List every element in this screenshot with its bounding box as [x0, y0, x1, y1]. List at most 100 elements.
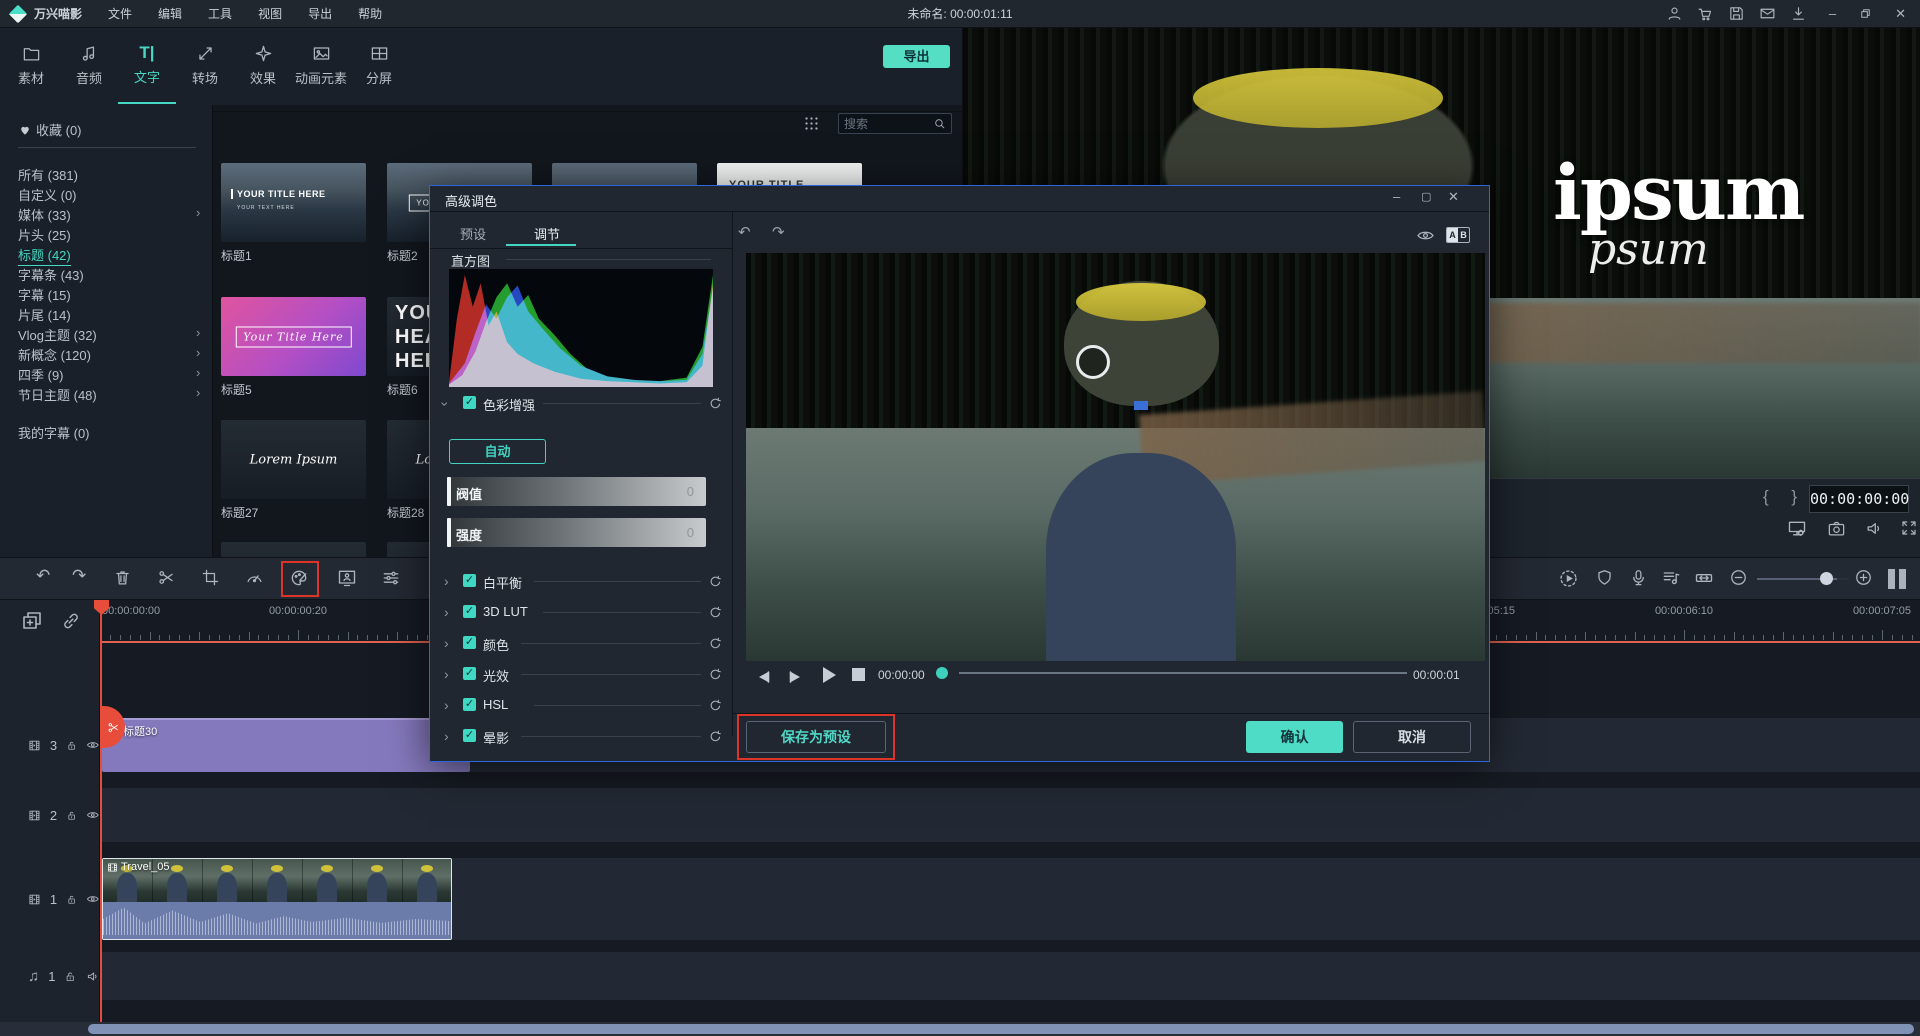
- slider-handle[interactable]: [447, 518, 451, 547]
- cancel-button[interactable]: 取消: [1353, 721, 1471, 753]
- dialog-seek-handle[interactable]: [936, 667, 948, 679]
- lock-icon[interactable]: [66, 808, 77, 823]
- dialog-minimize-button[interactable]: –: [1393, 189, 1400, 204]
- chevron-right-icon[interactable]: ›: [444, 605, 449, 619]
- chevron-right-icon[interactable]: ›: [196, 345, 200, 360]
- reset-icon[interactable]: [708, 729, 723, 744]
- group-checkbox[interactable]: ✓: [463, 667, 476, 680]
- tab-动画元素[interactable]: 动画元素: [292, 28, 350, 104]
- track-header-video3[interactable]: 3: [0, 718, 100, 772]
- export-button[interactable]: 导出: [883, 45, 950, 68]
- template-thumbnail[interactable]: YOUR TITLE HEREYOUR TEXT HERE: [221, 163, 366, 242]
- chevron-right-icon[interactable]: ›: [196, 205, 200, 220]
- dialog-seek-track[interactable]: [959, 672, 1407, 674]
- dialog-undo-icon[interactable]: ↶: [738, 222, 751, 244]
- save-preset-button[interactable]: 保存为预设: [746, 721, 886, 753]
- sidebar-item-片尾 (14)[interactable]: 片尾 (14): [18, 305, 71, 324]
- undo-icon[interactable]: ↶: [36, 565, 50, 587]
- group-checkbox[interactable]: ✓: [463, 698, 476, 711]
- chevron-right-icon[interactable]: ›: [196, 365, 200, 380]
- group-checkbox[interactable]: ✓: [463, 574, 476, 587]
- menu-item-帮助[interactable]: 帮助: [358, 5, 382, 22]
- confirm-button[interactable]: 确认: [1246, 721, 1343, 753]
- tab-presets[interactable]: 预设: [460, 224, 486, 243]
- panel-bars-icon-2[interactable]: [1899, 569, 1906, 589]
- dialog-video-preview[interactable]: [746, 253, 1485, 661]
- group-光效[interactable]: ›✓光效: [430, 665, 732, 685]
- motion-track-icon[interactable]: [337, 568, 357, 588]
- video-clip[interactable]: Travel_05: [102, 858, 452, 940]
- group-checkbox[interactable]: ✓: [463, 605, 476, 618]
- playhead-line[interactable]: [100, 600, 102, 1022]
- auto-button[interactable]: 自动: [449, 439, 546, 464]
- group-HSL[interactable]: ›✓HSL: [430, 696, 732, 716]
- lock-icon[interactable]: [64, 969, 76, 984]
- track-header-audio1[interactable]: ♫1: [0, 952, 100, 1000]
- chevron-right-icon[interactable]: ›: [444, 698, 449, 712]
- tab-adjust[interactable]: 调节: [534, 224, 560, 243]
- group-白平衡[interactable]: ›✓白平衡: [430, 572, 732, 592]
- track-header-video2[interactable]: 2: [0, 788, 100, 842]
- tab-素材[interactable]: 素材: [2, 28, 60, 104]
- group-晕影[interactable]: ›✓晕影: [430, 727, 732, 747]
- dialog-redo-icon[interactable]: ↷: [772, 222, 785, 244]
- zoom-out-icon[interactable]: [1729, 568, 1748, 587]
- timeline-scrollbar-handle[interactable]: [88, 1024, 1914, 1034]
- sidebar-item-片头 (25)[interactable]: 片头 (25): [18, 225, 71, 244]
- window-minimize-button[interactable]: –: [1829, 6, 1836, 21]
- sidebar-item-四季 (9)[interactable]: 四季 (9): [18, 365, 64, 384]
- template-thumbnail[interactable]: [221, 542, 366, 557]
- prev-frame-button[interactable]: [755, 669, 771, 685]
- lock-icon[interactable]: [66, 892, 77, 907]
- sidebar-item-媒体 (33)[interactable]: 媒体 (33): [18, 205, 71, 224]
- eye-icon[interactable]: [86, 736, 100, 754]
- group-3D LUT[interactable]: ›✓3D LUT: [430, 603, 732, 623]
- tab-分屏[interactable]: 分屏: [350, 28, 408, 104]
- display-settings-icon[interactable]: [1787, 519, 1807, 539]
- split-scissors-icon[interactable]: [157, 568, 176, 587]
- sidebar-item-my-subtitles[interactable]: 我的字幕 (0): [18, 423, 90, 442]
- next-frame-button[interactable]: [788, 669, 804, 685]
- strength-slider[interactable]: 强度 0: [447, 518, 706, 547]
- window-restore-button[interactable]: [1858, 6, 1873, 21]
- group-颜色[interactable]: ›✓颜色: [430, 634, 732, 654]
- ab-compare-icon[interactable]: A B: [1446, 227, 1470, 243]
- group-checkbox[interactable]: ✓: [463, 729, 476, 742]
- reset-icon[interactable]: [708, 396, 723, 411]
- dialog-close-button[interactable]: ✕: [1448, 189, 1459, 205]
- sidebar-item-字幕 (15)[interactable]: 字幕 (15): [18, 285, 71, 304]
- template-thumbnail[interactable]: Lorem Ipsum: [221, 420, 366, 499]
- eye-icon[interactable]: [86, 806, 100, 824]
- sidebar-item-标题 (42)[interactable]: 标题 (42): [18, 245, 71, 266]
- crop-icon[interactable]: [201, 568, 220, 587]
- reset-icon[interactable]: [708, 574, 723, 589]
- speed-icon[interactable]: [245, 568, 264, 587]
- sidebar-item-字幕条 (43)[interactable]: 字幕条 (43): [18, 265, 84, 284]
- lock-icon[interactable]: [66, 738, 77, 753]
- render-preview-icon[interactable]: [1558, 568, 1579, 589]
- compare-eye-icon[interactable]: [1416, 226, 1435, 245]
- sidebar-item-自定义 (0)[interactable]: 自定义 (0): [18, 185, 77, 204]
- menu-item-工具[interactable]: 工具: [208, 5, 232, 22]
- zoom-slider-handle[interactable]: [1820, 572, 1833, 585]
- reset-icon[interactable]: [708, 667, 723, 682]
- color-enhance-checkbox[interactable]: ✓: [463, 396, 476, 409]
- play-button[interactable]: [823, 667, 836, 683]
- color-correction-icon[interactable]: [289, 568, 309, 588]
- sidebar-item-favorites[interactable]: 收藏 (0): [18, 120, 82, 139]
- audio-mixer-icon[interactable]: [1661, 568, 1681, 588]
- mark-in-out-brackets[interactable]: { }: [1763, 487, 1806, 507]
- adjustment-icon[interactable]: [381, 568, 401, 588]
- threshold-slider[interactable]: 阀值 0: [447, 477, 706, 506]
- chevron-right-icon[interactable]: ›: [196, 385, 200, 400]
- chevron-right-icon[interactable]: ›: [444, 636, 449, 650]
- chevron-down-icon[interactable]: ›: [438, 402, 452, 407]
- speaker-icon[interactable]: [86, 968, 100, 985]
- sidebar-item-所有 (381)[interactable]: 所有 (381): [18, 165, 78, 184]
- reset-icon[interactable]: [708, 605, 723, 620]
- panel-bars-icon[interactable]: [1888, 569, 1895, 589]
- chevron-right-icon[interactable]: ›: [444, 574, 449, 588]
- tab-音频[interactable]: 音频: [60, 28, 118, 104]
- reset-icon[interactable]: [708, 698, 723, 713]
- chevron-right-icon[interactable]: ›: [444, 729, 449, 743]
